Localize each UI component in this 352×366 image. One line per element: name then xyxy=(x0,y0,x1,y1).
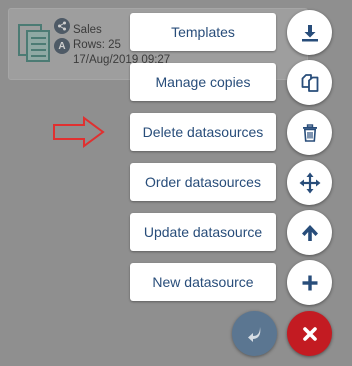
copy-icon xyxy=(301,73,318,92)
share-icon xyxy=(54,18,70,34)
order-datasources-button[interactable]: Order datasources xyxy=(130,163,276,201)
arrow-up-icon xyxy=(301,224,318,241)
manage-copies-button[interactable]: Manage copies xyxy=(130,63,276,101)
plus-icon xyxy=(302,275,317,290)
order-datasources-fab[interactable] xyxy=(287,160,332,205)
close-icon xyxy=(302,326,317,341)
update-datasource-fab[interactable] xyxy=(287,210,332,255)
manage-copies-fab[interactable] xyxy=(287,60,332,105)
close-button[interactable] xyxy=(287,311,332,356)
delete-datasources-fab[interactable] xyxy=(287,110,332,155)
hint-arrow-icon xyxy=(53,116,105,148)
download-icon xyxy=(301,24,318,41)
templates-button[interactable]: Templates xyxy=(130,13,276,51)
badge-a: A xyxy=(54,38,70,54)
trash-icon xyxy=(302,123,317,142)
update-datasource-button[interactable]: Update datasource xyxy=(130,213,276,251)
delete-datasources-button[interactable]: Delete datasources xyxy=(130,113,276,151)
templates-fab[interactable] xyxy=(287,10,332,55)
back-button[interactable] xyxy=(232,311,277,356)
back-arrow-icon xyxy=(247,326,260,342)
new-datasource-button[interactable]: New datasource xyxy=(130,263,276,301)
move-arrows-icon xyxy=(299,172,320,193)
table-document-icon xyxy=(18,24,50,62)
new-datasource-fab[interactable] xyxy=(287,260,332,305)
